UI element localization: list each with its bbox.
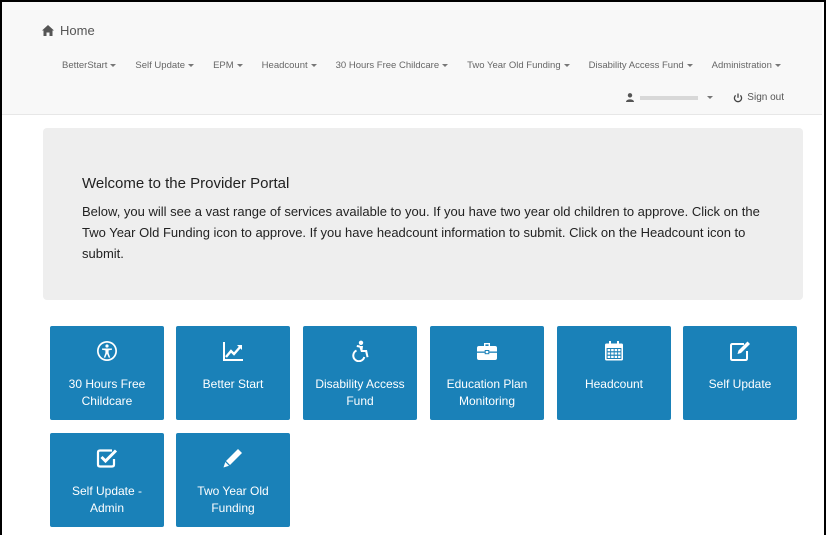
menu-label: BetterStart — [62, 60, 108, 71]
menu-epm[interactable]: EPM — [213, 60, 243, 71]
user-menu[interactable] — [626, 93, 714, 102]
caret-down-icon — [236, 64, 243, 67]
tile-label: Two Year Old Funding — [197, 484, 269, 515]
pencil-icon — [223, 449, 242, 468]
tile-label: Self Update — [708, 377, 772, 391]
tile-label: Education Plan Monitoring — [446, 377, 528, 408]
tile-disability-access-fund[interactable]: Disability Access Fund — [303, 326, 417, 420]
home-link[interactable]: Home — [42, 23, 95, 38]
menu-headcount[interactable]: Headcount — [262, 60, 317, 71]
tile-self-update-admin[interactable]: Self Update - Admin — [50, 433, 164, 527]
menu-self-update[interactable]: Self Update — [135, 60, 195, 71]
menu-label: 30 Hours Free Childcare — [335, 60, 440, 71]
user-name-redacted — [640, 95, 699, 100]
tile-label: 30 Hours Free Childcare — [68, 377, 146, 408]
tile-30-hours-free-childcare[interactable]: 30 Hours Free Childcare — [50, 326, 164, 420]
menu-30-hours[interactable]: 30 Hours Free Childcare — [336, 60, 449, 71]
accessibility-icon — [97, 341, 117, 361]
menu-label: Administration — [711, 60, 772, 71]
menu-label: EPM — [213, 60, 234, 71]
sign-out-button[interactable]: Sign out — [733, 92, 784, 103]
menu-label: Headcount — [261, 60, 308, 71]
main-menu: BetterStart Self Update EPM Headcount 30… — [62, 60, 800, 71]
home-icon — [42, 25, 54, 36]
caret-down-icon — [110, 64, 117, 67]
menu-label: Two Year Old Funding — [467, 60, 561, 71]
welcome-title: Welcome to the Provider Portal — [82, 175, 290, 192]
tile-education-plan-monitoring[interactable]: Education Plan Monitoring — [430, 326, 544, 420]
menu-two-year-old-funding[interactable]: Two Year Old Funding — [467, 60, 570, 71]
caret-down-icon — [310, 64, 317, 67]
caret-down-icon — [774, 64, 781, 67]
caret-down-icon — [442, 64, 449, 67]
checkbox-icon — [96, 449, 118, 468]
menu-disability-access-fund[interactable]: Disability Access Fund — [589, 60, 693, 71]
tile-label: Disability Access Fund — [315, 377, 405, 408]
menu-label: Disability Access Fund — [588, 60, 684, 71]
sign-out-label: Sign out — [747, 92, 784, 103]
menu-betterstart[interactable]: BetterStart — [62, 60, 117, 71]
wheelchair-icon — [352, 340, 369, 362]
caret-down-icon — [686, 64, 693, 67]
tile-label: Self Update - Admin — [71, 484, 143, 515]
tile-two-year-old-funding[interactable]: Two Year Old Funding — [176, 433, 290, 527]
tile-label: Better Start — [202, 377, 264, 391]
edit-icon — [730, 341, 750, 361]
caret-down-icon — [188, 64, 195, 67]
welcome-panel: Welcome to the Provider Portal Below, yo… — [43, 128, 803, 300]
menu-administration[interactable]: Administration — [712, 60, 781, 71]
user-bar: Sign out — [626, 92, 784, 103]
caret-down-icon — [707, 96, 714, 99]
welcome-text: Below, you will see a vast range of serv… — [82, 204, 760, 261]
briefcase-icon — [477, 343, 497, 360]
power-icon — [734, 93, 743, 102]
caret-down-icon — [563, 64, 570, 67]
tile-label: Headcount — [584, 377, 644, 391]
tile-better-start[interactable]: Better Start — [176, 326, 290, 420]
navbar: Home BetterStart Self Update EPM Headcou… — [2, 2, 822, 115]
tile-self-update[interactable]: Self Update — [683, 326, 797, 420]
tile-headcount[interactable]: Headcount — [557, 326, 671, 420]
home-label: Home — [60, 23, 95, 38]
menu-label: Self Update — [135, 60, 186, 71]
user-icon — [626, 93, 635, 102]
line-chart-icon — [223, 342, 243, 361]
calendar-icon — [605, 341, 623, 361]
